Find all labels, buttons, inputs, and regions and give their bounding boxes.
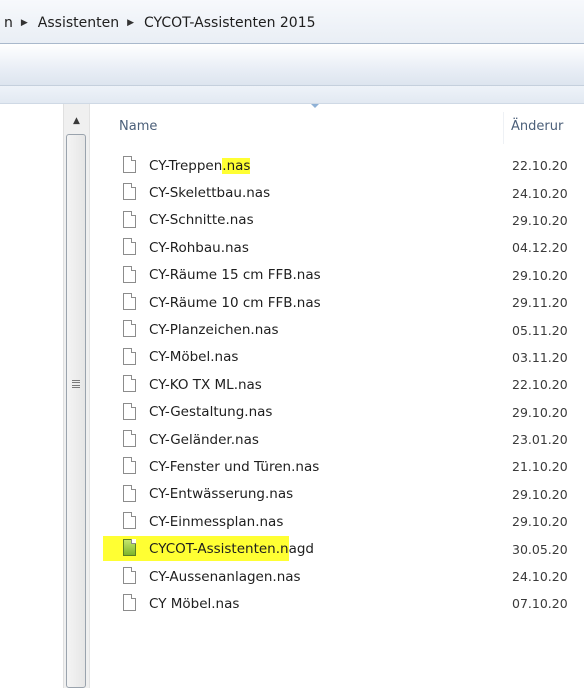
file-name: CY-Planzeichen.nas: [149, 322, 279, 339]
breadcrumb-separator-icon[interactable]: ▶: [123, 18, 140, 28]
column-header-name[interactable]: Name: [119, 119, 157, 134]
document-icon: [123, 183, 136, 201]
document-icon: [123, 320, 136, 338]
file-row[interactable]: CY-Planzeichen.nas 05.11.20: [91, 316, 584, 343]
file-list: CY-Treppen.nas 22.10.20 CY-Skelettbau.na…: [91, 152, 584, 618]
document-icon: [123, 375, 136, 393]
breadcrumb: n ▶ Assistenten ▶ CYCOT-Assistenten 2015: [0, 10, 584, 36]
file-row[interactable]: CY-KO TX ML.nas 22.10.20: [91, 371, 584, 398]
file-name: CY Möbel.nas: [149, 595, 240, 612]
breadcrumb-item-assistenten[interactable]: Assistenten: [34, 15, 123, 31]
address-bar[interactable]: n ▶ Assistenten ▶ CYCOT-Assistenten 2015: [0, 0, 584, 44]
file-name: CY-Schnitte.nas: [149, 212, 254, 229]
file-name: CY-Räume 10 cm FFB.nas: [149, 294, 321, 311]
file-date: 24.10.20: [512, 569, 568, 585]
column-divider[interactable]: [503, 112, 504, 144]
document-icon: [123, 429, 136, 447]
column-header: Name Änderur: [91, 104, 584, 152]
document-icon: [123, 594, 136, 612]
file-date: 29.11.20: [512, 295, 568, 311]
file-date: 29.10.20: [512, 404, 568, 420]
file-row-highlighted[interactable]: CYCOT-Assistenten.nagd 30.05.20: [91, 535, 584, 562]
file-date: 30.05.20: [512, 541, 568, 557]
document-icon: [123, 292, 136, 310]
file-date: 03.11.20: [512, 349, 568, 365]
file-date: 24.10.20: [512, 185, 568, 201]
file-name: CY-Geländer.nas: [149, 431, 259, 448]
file-name: CY-KO TX ML.nas: [149, 376, 262, 393]
file-name: CY-Skelettbau.nas: [149, 185, 271, 202]
file-row[interactable]: CY-Einmessplan.nas 29.10.20: [91, 508, 584, 535]
file-date: 21.10.20: [512, 459, 568, 475]
document-icon: [123, 512, 136, 530]
document-icon: [123, 347, 136, 365]
document-icon: [123, 156, 136, 173]
nagd-file-icon: [123, 539, 136, 557]
breadcrumb-item-partial[interactable]: n: [0, 15, 17, 31]
grip-icon: [72, 380, 80, 388]
file-name-highlight: .nas: [222, 157, 251, 174]
file-row[interactable]: CY-Skelettbau.nas 24.10.20: [91, 179, 584, 206]
document-icon: [123, 238, 136, 256]
file-row[interactable]: CY-Geländer.nas 23.01.20: [91, 426, 584, 453]
file-row[interactable]: CY-Räume 10 cm FFB.nas 29.11.20: [91, 289, 584, 316]
scroll-thumb[interactable]: [66, 134, 86, 688]
file-date: 29.10.20: [512, 212, 568, 228]
document-icon: [123, 210, 136, 228]
file-row[interactable]: CY-Fenster und Türen.nas 21.10.20: [91, 453, 584, 480]
file-name: CY-Gestaltung.nas: [149, 404, 273, 421]
file-row[interactable]: CY Möbel.nas 07.10.20: [91, 590, 584, 617]
file-row[interactable]: CY-Räume 15 cm FFB.nas 29.10.20: [91, 262, 584, 289]
file-row[interactable]: CY-Treppen.nas 22.10.20: [91, 152, 584, 179]
document-icon: [123, 265, 136, 283]
file-row[interactable]: CY-Gestaltung.nas 29.10.20: [91, 399, 584, 426]
file-date: 22.10.20: [512, 377, 568, 393]
file-date: 22.10.20: [512, 158, 568, 174]
file-row[interactable]: CY-Rohbau.nas 04.12.20: [91, 234, 584, 261]
file-date: 29.10.20: [512, 267, 568, 283]
file-name: CY-Aussenanlagen.nas: [149, 568, 301, 585]
file-name: CY-Räume 15 cm FFB.nas: [149, 267, 321, 284]
file-name: CY-Rohbau.nas: [149, 239, 249, 256]
file-date: 23.01.20: [512, 432, 568, 448]
file-name: CY-Fenster und Türen.nas: [149, 458, 320, 475]
vertical-scrollbar[interactable]: ▲: [63, 104, 90, 688]
document-icon: [123, 402, 136, 420]
document-icon: [123, 566, 136, 584]
file-date: 07.10.20: [512, 596, 568, 612]
file-row[interactable]: CY-Entwässerung.nas 29.10.20: [91, 481, 584, 508]
file-name: CY-Entwässerung.nas: [149, 486, 294, 503]
file-name-main: CY-Treppen: [149, 157, 223, 174]
file-name: CY-Treppen.nas: [149, 157, 251, 174]
document-icon: [123, 484, 136, 502]
column-header-date[interactable]: Änderur: [511, 119, 563, 134]
file-name: CY-Einmessplan.nas: [149, 513, 284, 530]
file-date: 29.10.20: [512, 514, 568, 530]
file-row[interactable]: CY-Möbel.nas 03.11.20: [91, 344, 584, 371]
breadcrumb-separator-icon[interactable]: ▶: [17, 18, 34, 28]
file-row[interactable]: CY-Aussenanlagen.nas 24.10.20: [91, 563, 584, 590]
toolbar-strip: [0, 86, 584, 104]
file-row[interactable]: CY-Schnitte.nas 29.10.20: [91, 207, 584, 234]
navigation-pane: [0, 104, 60, 688]
breadcrumb-item-current[interactable]: CYCOT-Assistenten 2015: [140, 15, 320, 31]
file-date: 05.11.20: [512, 322, 568, 338]
document-icon: [123, 457, 136, 475]
file-name: CY-Möbel.nas: [149, 349, 239, 366]
scroll-up-arrow-icon[interactable]: ▲: [64, 110, 89, 132]
file-name: CYCOT-Assistenten.nagd: [149, 541, 314, 558]
sort-arrow-icon: [311, 104, 319, 108]
toolbar: [0, 44, 584, 86]
file-date: 29.10.20: [512, 486, 568, 502]
file-date: 04.12.20: [512, 240, 568, 256]
